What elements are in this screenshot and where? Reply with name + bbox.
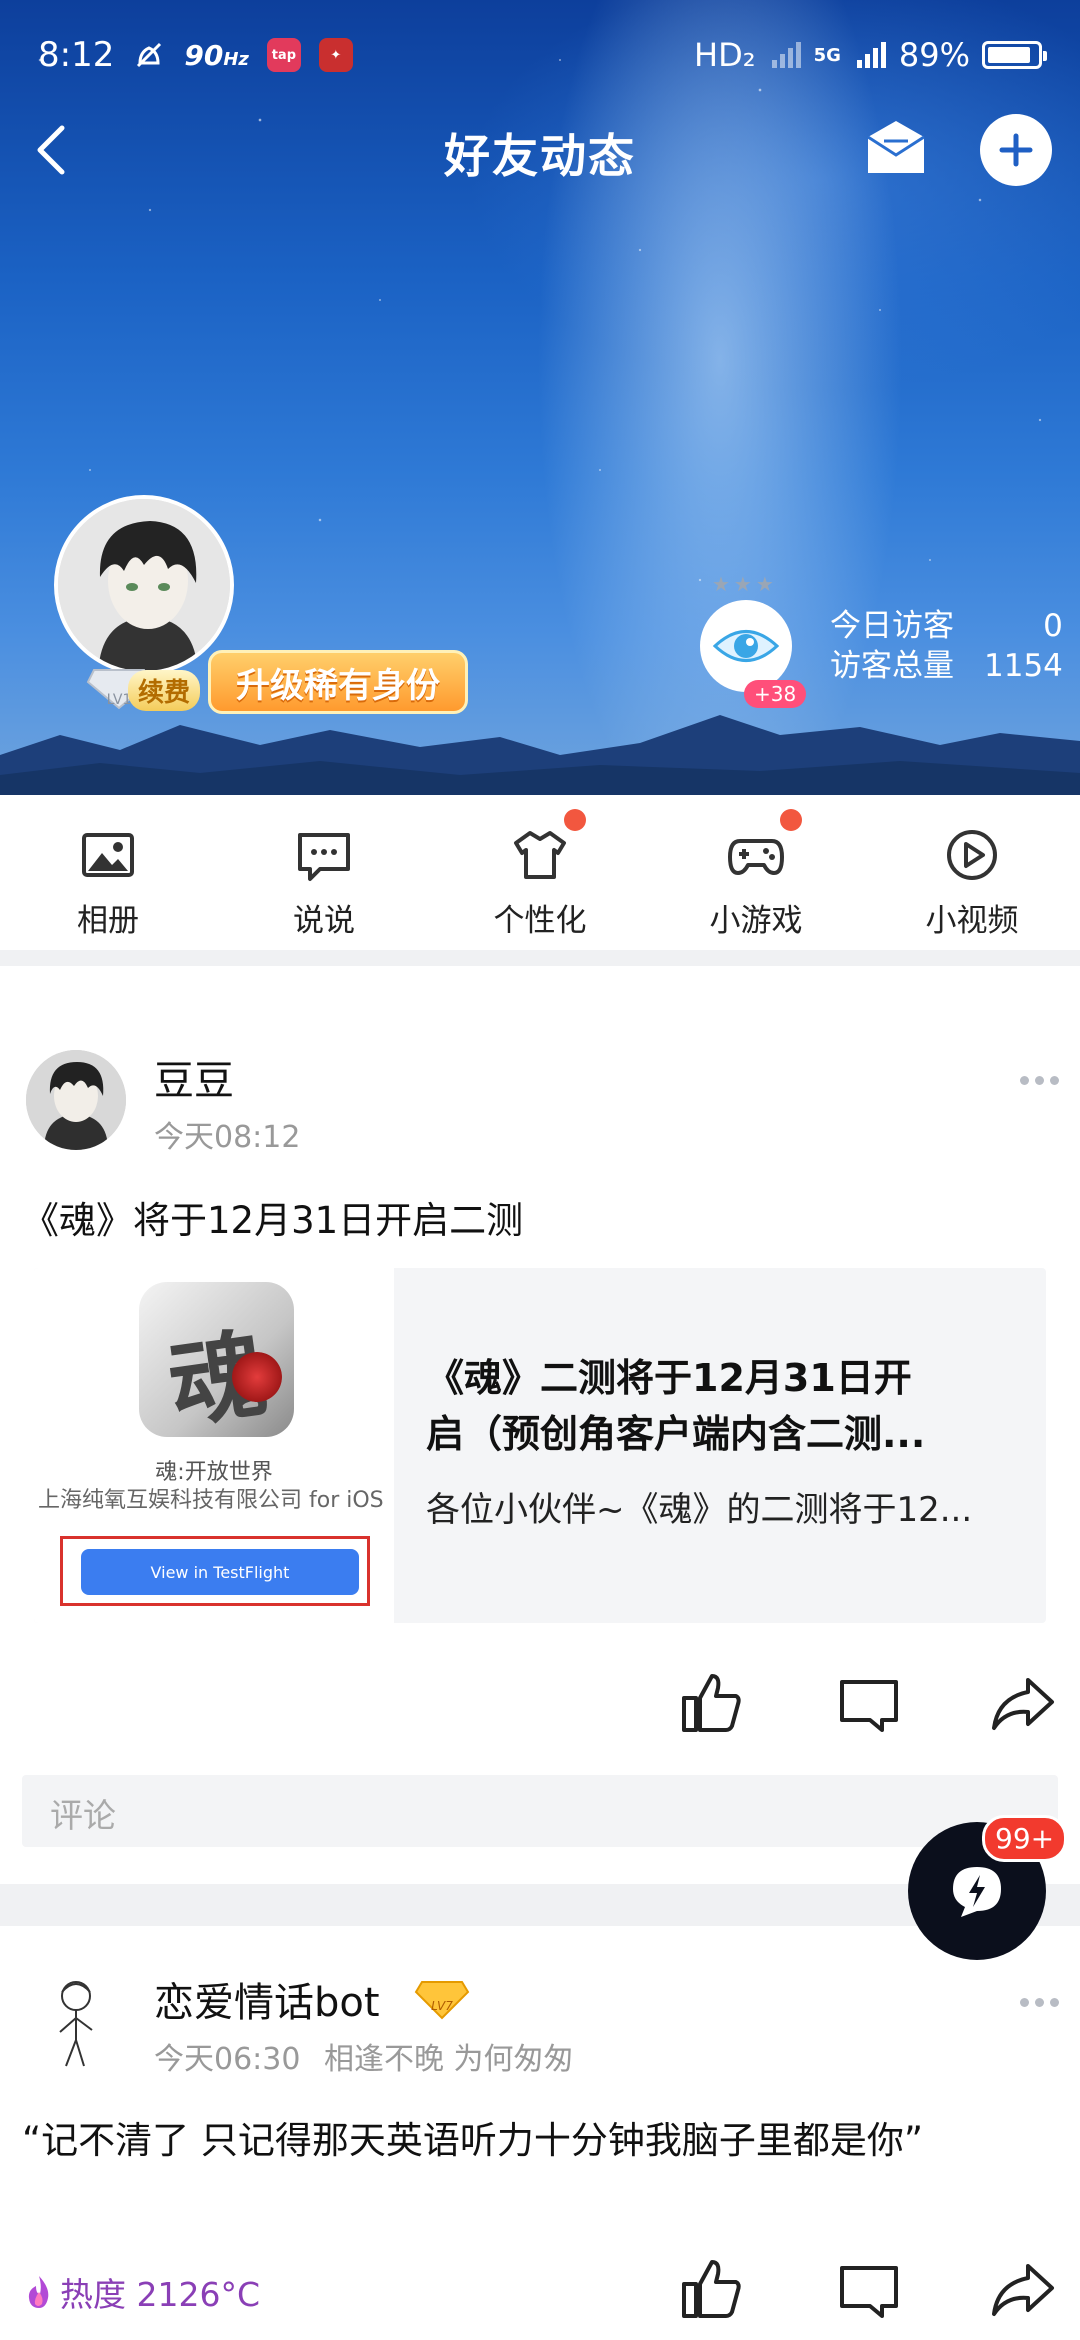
comment-icon — [840, 1680, 898, 1732]
comment-button[interactable] — [836, 1670, 902, 1736]
gamepad-icon — [728, 839, 784, 875]
refresh-rate: 90 — [184, 38, 224, 72]
battery-icon — [982, 41, 1047, 69]
post-author-name[interactable]: 豆豆 — [154, 1048, 234, 1106]
quick-item-short-video[interactable]: 小视频 — [864, 795, 1080, 950]
quick-item-shuoshuo[interactable]: 说说 — [216, 795, 432, 950]
quick-item-personalize[interactable]: 个性化 — [432, 795, 648, 950]
share-arrow-icon — [992, 1678, 1054, 1730]
share-arrow-icon — [992, 2264, 1054, 2316]
vip-diamond-icon: LV7 — [414, 1981, 470, 2020]
quick-item-label: 相册 — [77, 903, 139, 939]
quick-item-label: 小视频 — [925, 903, 1019, 939]
message-button[interactable] — [860, 113, 932, 185]
anime-avatar-image — [26, 1050, 126, 1150]
game-app-icon: ✦ — [318, 38, 353, 72]
tshirt-icon — [514, 831, 566, 879]
play-video-icon — [947, 830, 997, 880]
notification-dot — [780, 809, 802, 831]
game-app-thumbnail: 魂 — [139, 1282, 294, 1437]
network-hd: HD₂ — [694, 36, 756, 74]
quick-item-album[interactable]: 相册 — [0, 795, 216, 950]
red-splash-decoration — [232, 1352, 282, 1402]
battery-percent: 89% — [898, 36, 970, 74]
quick-menu: 相册 说说 个性化 小游戏 小视频 — [0, 795, 1080, 950]
battery-fill — [988, 47, 1031, 63]
total-visitors-label: 访客总量 — [830, 648, 954, 684]
visitor-stars-decoration: ★★★ — [712, 572, 778, 596]
profile-avatar[interactable] — [54, 495, 234, 675]
comment-input[interactable]: 评论 — [22, 1775, 1058, 1847]
upgrade-identity-button[interactable]: 升级稀有身份 — [208, 650, 468, 714]
today-visitors-value: 0 — [1043, 608, 1063, 644]
add-button[interactable] — [980, 114, 1052, 186]
testflight-button: View in TestFlight — [81, 1549, 359, 1595]
post-actions — [0, 2256, 1080, 2326]
like-button[interactable] — [678, 1670, 744, 1736]
unread-badge: 99+ — [982, 1815, 1068, 1862]
eye-icon — [712, 630, 780, 662]
comment-button[interactable] — [836, 2256, 902, 2322]
plus-icon — [999, 133, 1033, 167]
visitor-button[interactable] — [700, 600, 792, 692]
post-actions — [0, 1670, 1080, 1740]
thumbs-up-icon — [682, 2260, 741, 2318]
share-button[interactable] — [990, 1670, 1056, 1736]
total-visitors-value: 1154 — [984, 648, 1063, 684]
post-text: 《魂》将于12月31日开启二测 — [22, 1199, 524, 1242]
post-time: 今天08:12 — [154, 1120, 301, 1155]
post-author-avatar[interactable] — [26, 1050, 126, 1150]
post-time: 今天06:30 — [154, 2042, 301, 2077]
quick-item-label: 说说 — [293, 903, 355, 939]
signal-weak-icon — [771, 42, 801, 68]
message-envelope-icon — [867, 121, 925, 173]
quick-item-label: 个性化 — [493, 903, 587, 939]
refresh-unit: Hz — [223, 48, 249, 70]
post-signature: 相逢不晚 为何匆匆 — [324, 2042, 574, 2077]
visitor-stats: 今日访客 0 访客总量 1154 — [830, 606, 1063, 686]
share-button[interactable] — [990, 2256, 1056, 2322]
sketch-avatar-image — [59, 1981, 93, 2067]
like-button[interactable] — [678, 2256, 744, 2322]
post-author-avatar[interactable] — [26, 1970, 126, 2070]
post-text: “记不清了 只记得那天英语听力十分钟我脑子里都是你” — [22, 2119, 924, 2162]
link-title-line-1: 《魂》二测将于12月31日开 — [426, 1356, 912, 1400]
status-bar: 8:12 90Hz tap ✦ HD₂ 5G 89% — [0, 0, 1080, 110]
quick-item-minigame[interactable]: 小游戏 — [648, 795, 864, 950]
status-time: 8:12 — [38, 35, 115, 75]
comment-icon — [840, 2266, 898, 2318]
quick-item-label: 小游戏 — [709, 903, 803, 939]
today-visitors-label: 今日访客 — [830, 608, 954, 644]
vip-level-label: LV7 — [431, 1999, 453, 2013]
highlight-frame: View in TestFlight — [60, 1536, 370, 1606]
shared-link-card[interactable]: 魂 魂:开放世界 上海纯氧互娱科技有限公司 for iOS View in Te… — [34, 1268, 1046, 1623]
link-title: 《魂》二测将于12月31日开 启（预创角客户端内含二测... — [426, 1350, 1016, 1462]
link-title-line-2: 启（预创角客户端内含二测... — [426, 1412, 926, 1456]
visitor-increase-badge: +38 — [744, 680, 807, 708]
thumbnail-developer: 上海纯氧互娱科技有限公司 for iOS — [38, 1488, 384, 1513]
post-more-button[interactable] — [1020, 1070, 1066, 1090]
anime-avatar-image — [58, 499, 230, 671]
flash-chat-icon — [953, 1867, 1001, 1917]
photo-album-icon — [82, 833, 134, 877]
link-description: 各位小伙伴~《魂》的二测将于12... — [426, 1490, 973, 1530]
section-divider — [0, 950, 1080, 966]
chat-bubble-icon — [298, 833, 350, 881]
link-thumbnail: 魂 魂:开放世界 上海纯氧互娱科技有限公司 for iOS View in Te… — [34, 1268, 394, 1623]
taptap-icon: tap — [266, 38, 301, 72]
top-nav-bar: 好友动态 — [0, 110, 1080, 190]
renew-badge[interactable]: 续费 — [128, 670, 201, 711]
signal-strong-icon — [856, 42, 886, 68]
alarm-off-icon — [137, 42, 162, 68]
post-more-button[interactable] — [1020, 1992, 1066, 2012]
post-author-name[interactable]: 恋爱情话bot — [154, 1970, 380, 2028]
thumbs-up-icon — [682, 1674, 741, 1732]
signal-5g-label: 5G — [813, 44, 841, 66]
notification-dot — [564, 809, 586, 831]
